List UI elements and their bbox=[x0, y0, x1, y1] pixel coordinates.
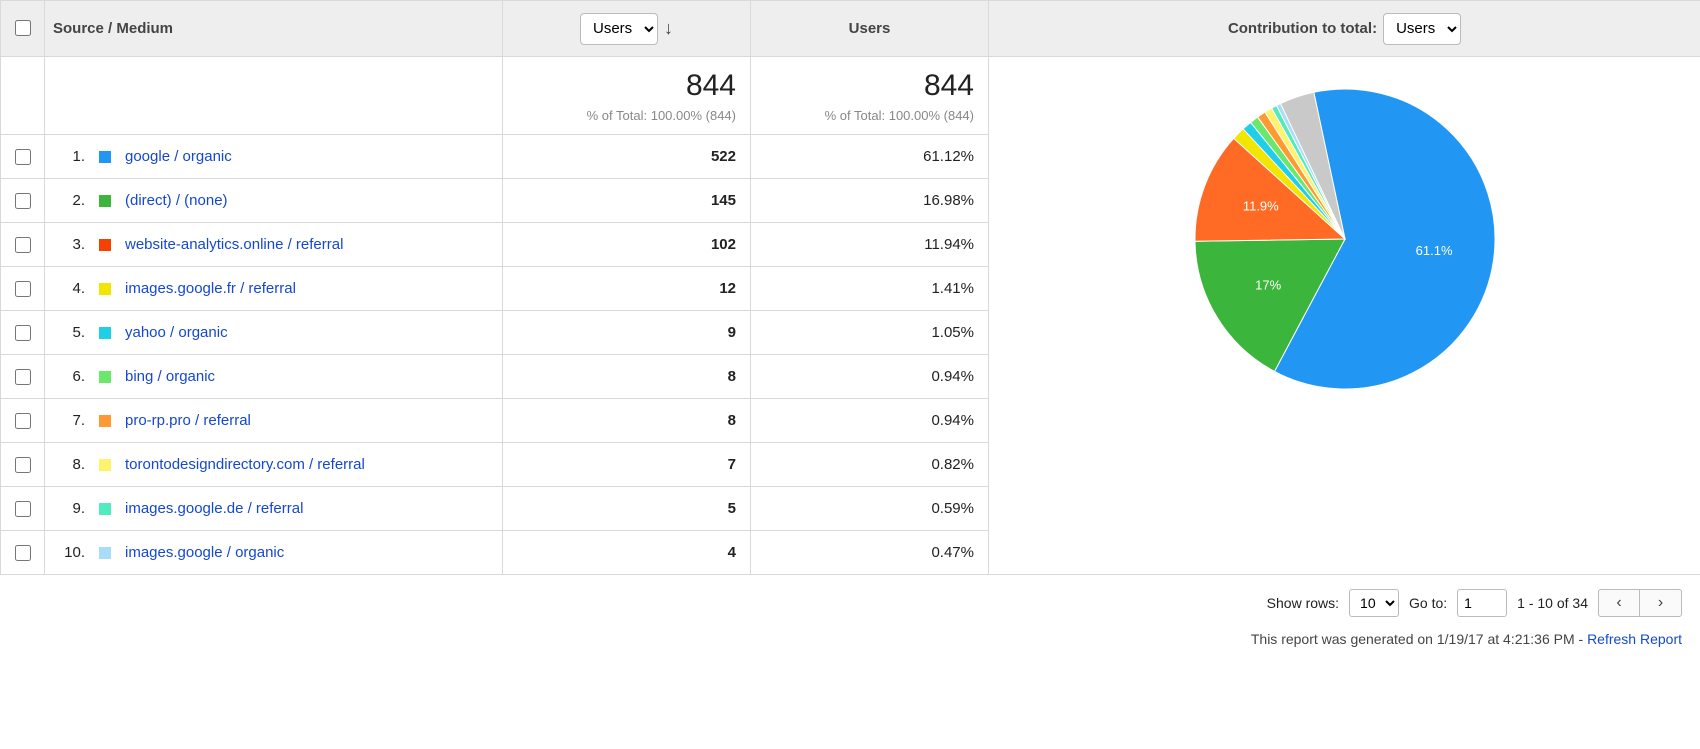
row-percent: 0.47% bbox=[751, 531, 989, 575]
row-percent: 16.98% bbox=[751, 179, 989, 223]
select-all-checkbox[interactable] bbox=[15, 20, 31, 36]
row-percent: 61.12% bbox=[751, 135, 989, 179]
row-rank: 4. bbox=[55, 280, 85, 297]
row-users: 9 bbox=[503, 311, 751, 355]
row-users: 7 bbox=[503, 443, 751, 487]
range-label: 1 - 10 of 34 bbox=[1517, 595, 1588, 611]
show-rows-select[interactable]: 10 bbox=[1349, 589, 1399, 617]
goto-input[interactable] bbox=[1457, 589, 1507, 617]
row-checkbox[interactable] bbox=[15, 413, 31, 429]
report-meta: This report was generated on 1/19/17 at … bbox=[0, 627, 1700, 665]
row-rank: 9. bbox=[55, 500, 85, 517]
secondary-metric-header: Users bbox=[751, 1, 989, 57]
row-rank: 6. bbox=[55, 368, 85, 385]
total-users-1-sub: % of Total: 100.00% (844) bbox=[503, 108, 750, 123]
source-medium-link[interactable]: images.google / organic bbox=[125, 544, 284, 561]
row-percent: 0.94% bbox=[751, 399, 989, 443]
row-percent: 11.94% bbox=[751, 223, 989, 267]
row-checkbox[interactable] bbox=[15, 501, 31, 517]
report-table: Source / Medium Users ↓ Users Contributi… bbox=[0, 0, 1700, 575]
row-checkbox[interactable] bbox=[15, 281, 31, 297]
row-users: 8 bbox=[503, 355, 751, 399]
next-page-button[interactable]: › bbox=[1640, 589, 1682, 617]
source-medium-link[interactable]: images.google.de / referral bbox=[125, 500, 303, 517]
row-rank: 10. bbox=[55, 544, 85, 561]
row-percent: 1.41% bbox=[751, 267, 989, 311]
source-medium-link[interactable]: yahoo / organic bbox=[125, 324, 228, 341]
row-checkbox[interactable] bbox=[15, 193, 31, 209]
color-swatch bbox=[99, 151, 111, 163]
row-checkbox[interactable] bbox=[15, 369, 31, 385]
pie-chart: 61.1% 17% 11.9% bbox=[1175, 69, 1515, 409]
table-footer: Show rows: 10 Go to: 1 - 10 of 34 ‹ › bbox=[0, 575, 1700, 627]
row-users: 102 bbox=[503, 223, 751, 267]
row-users: 522 bbox=[503, 135, 751, 179]
prev-page-button[interactable]: ‹ bbox=[1598, 589, 1640, 617]
color-swatch bbox=[99, 459, 111, 471]
row-rank: 7. bbox=[55, 412, 85, 429]
pie-slice-label: 17% bbox=[1255, 277, 1281, 292]
contribution-metric-select[interactable]: Users bbox=[1383, 13, 1461, 45]
color-swatch bbox=[99, 327, 111, 339]
color-swatch bbox=[99, 283, 111, 295]
row-checkbox[interactable] bbox=[15, 325, 31, 341]
source-medium-link[interactable]: website-analytics.online / referral bbox=[125, 236, 343, 253]
row-percent: 0.59% bbox=[751, 487, 989, 531]
row-percent: 1.05% bbox=[751, 311, 989, 355]
primary-metric-select[interactable]: Users bbox=[580, 13, 658, 45]
row-checkbox[interactable] bbox=[15, 149, 31, 165]
color-swatch bbox=[99, 195, 111, 207]
sort-desc-icon[interactable]: ↓ bbox=[664, 18, 673, 39]
row-users: 12 bbox=[503, 267, 751, 311]
source-medium-link[interactable]: torontodesigndirectory.com / referral bbox=[125, 456, 365, 473]
row-rank: 8. bbox=[55, 456, 85, 473]
totals-row: 844 % of Total: 100.00% (844) 844 % of T… bbox=[1, 57, 1700, 135]
row-rank: 5. bbox=[55, 324, 85, 341]
row-users: 8 bbox=[503, 399, 751, 443]
source-medium-link[interactable]: pro-rp.pro / referral bbox=[125, 412, 251, 429]
color-swatch bbox=[99, 547, 111, 559]
row-users: 5 bbox=[503, 487, 751, 531]
row-percent: 0.94% bbox=[751, 355, 989, 399]
row-percent: 0.82% bbox=[751, 443, 989, 487]
row-rank: 2. bbox=[55, 192, 85, 209]
color-swatch bbox=[99, 371, 111, 383]
source-medium-link[interactable]: images.google.fr / referral bbox=[125, 280, 296, 297]
row-users: 4 bbox=[503, 531, 751, 575]
source-medium-link[interactable]: (direct) / (none) bbox=[125, 192, 228, 209]
row-checkbox[interactable] bbox=[15, 457, 31, 473]
dimension-header[interactable]: Source / Medium bbox=[45, 1, 503, 57]
row-checkbox[interactable] bbox=[15, 237, 31, 253]
pie-slice-label: 61.1% bbox=[1415, 243, 1452, 258]
row-users: 145 bbox=[503, 179, 751, 223]
contribution-label: Contribution to total: bbox=[1228, 20, 1377, 37]
pie-slice-label: 11.9% bbox=[1242, 199, 1278, 214]
refresh-report-link[interactable]: Refresh Report bbox=[1587, 631, 1682, 647]
row-rank: 3. bbox=[55, 236, 85, 253]
color-swatch bbox=[99, 415, 111, 427]
source-medium-link[interactable]: google / organic bbox=[125, 148, 232, 165]
total-users-2-sub: % of Total: 100.00% (844) bbox=[751, 108, 988, 123]
row-rank: 1. bbox=[55, 148, 85, 165]
total-users-2: 844 bbox=[751, 69, 988, 102]
source-medium-link[interactable]: bing / organic bbox=[125, 368, 215, 385]
show-rows-label: Show rows: bbox=[1267, 595, 1339, 611]
color-swatch bbox=[99, 503, 111, 515]
color-swatch bbox=[99, 239, 111, 251]
goto-label: Go to: bbox=[1409, 595, 1447, 611]
row-checkbox[interactable] bbox=[15, 545, 31, 561]
total-users-1: 844 bbox=[503, 69, 750, 102]
